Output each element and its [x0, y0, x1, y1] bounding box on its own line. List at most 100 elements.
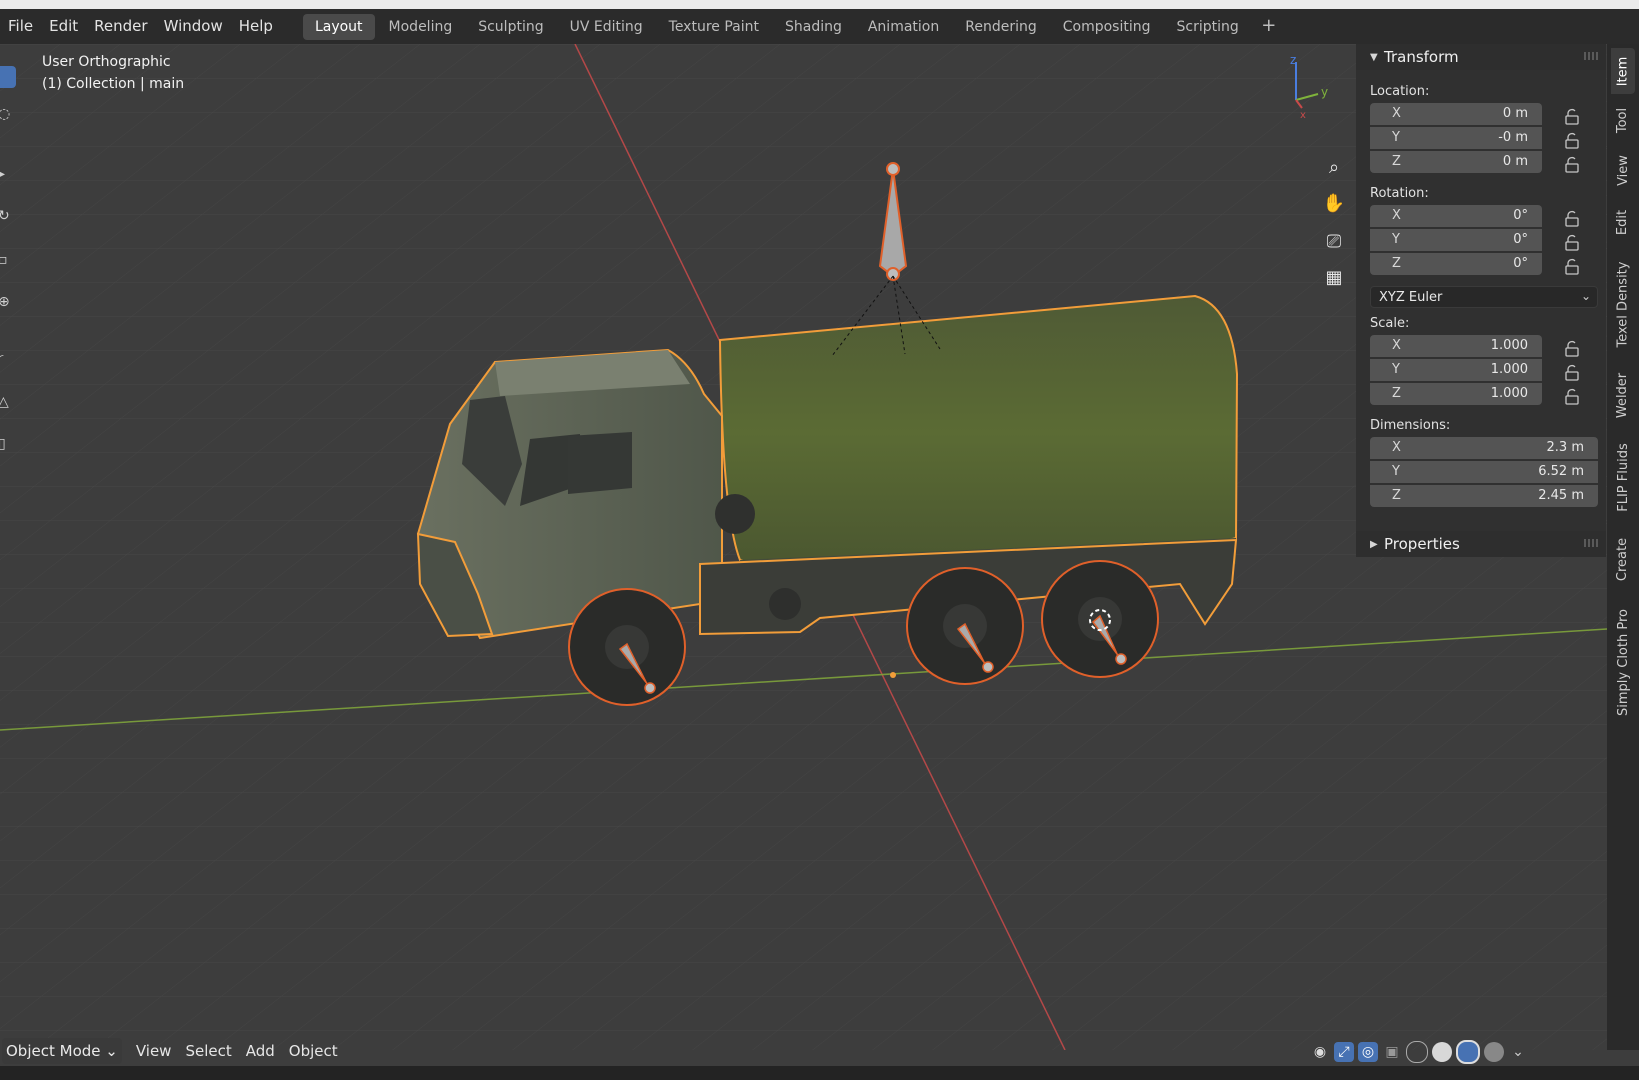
field-value: 2.3 m — [1546, 440, 1584, 455]
lock-icon[interactable] — [1565, 340, 1579, 357]
truck-door-window — [568, 432, 632, 494]
dimensions-y-field[interactable]: Y 6.52 m — [1370, 461, 1598, 483]
lock-icon[interactable] — [1565, 234, 1579, 251]
axis-label: Z — [1392, 488, 1401, 503]
tab-rendering[interactable]: Rendering — [953, 14, 1049, 40]
field-value: 6.52 m — [1538, 464, 1584, 479]
camera-view-icon[interactable]: ⎚ — [1319, 226, 1349, 256]
rotation-z-field[interactable]: Z 0° — [1370, 253, 1542, 275]
wheel-front[interactable] — [568, 588, 686, 706]
sidebar-tabs: Item Tool View Edit Texel Density Welder… — [1607, 44, 1639, 1050]
lock-icon[interactable] — [1565, 108, 1579, 125]
select-box-tool[interactable] — [0, 66, 16, 88]
side-tab-simply-cloth-pro[interactable]: Simply Cloth Pro — [1611, 600, 1635, 724]
scale-y-field[interactable]: Y 1.000 — [1370, 359, 1542, 381]
gizmo-toggle-icon[interactable]: ⤢ — [1334, 1042, 1354, 1062]
side-tab-tool[interactable]: Tool — [1611, 100, 1635, 140]
view-name: User Orthographic — [42, 54, 171, 70]
tab-texture-paint[interactable]: Texture Paint — [657, 14, 771, 40]
side-tab-edit[interactable]: Edit — [1611, 202, 1635, 242]
material-shading-icon[interactable] — [1456, 1040, 1480, 1064]
location-z-field[interactable]: Z 0 m — [1370, 151, 1542, 173]
scale-z-field[interactable]: Z 1.000 — [1370, 383, 1542, 405]
tab-shading[interactable]: Shading — [773, 14, 854, 40]
viewport-header-bottom: Object Mode ⌄ View Select Add Object ◉ ⤢… — [0, 1036, 1607, 1066]
location-x-field[interactable]: X 0 m — [1370, 103, 1542, 125]
menu-object[interactable]: Object — [289, 1042, 338, 1060]
workspace-tabs: Layout Modeling Sculpting UV Editing Tex… — [302, 9, 1281, 44]
rotation-y-field[interactable]: Y 0° — [1370, 229, 1542, 251]
menu-help[interactable]: Help — [231, 9, 281, 44]
tab-layout[interactable]: Layout — [302, 13, 375, 40]
tab-animation[interactable]: Animation — [856, 14, 951, 40]
wheel-middle[interactable] — [906, 567, 1024, 685]
shading-options-chevron-icon[interactable]: ⌄ — [1508, 1042, 1528, 1062]
menu-render[interactable]: Render — [86, 9, 155, 44]
lock-icon[interactable] — [1565, 132, 1579, 149]
location-y-field[interactable]: Y -0 m — [1370, 127, 1542, 149]
field-value: 1.000 — [1490, 338, 1528, 353]
lock-icon[interactable] — [1565, 388, 1579, 405]
visibility-eye-icon[interactable]: ◉ — [1310, 1042, 1330, 1062]
side-tab-item[interactable]: Item — [1611, 48, 1635, 94]
lock-icon[interactable] — [1565, 364, 1579, 381]
field-value: 1.000 — [1490, 386, 1528, 401]
transform-panel-header[interactable]: ▼ Transform — [1356, 44, 1606, 70]
zoom-icon[interactable]: ⌕ — [1319, 152, 1349, 182]
menu-select[interactable]: Select — [185, 1042, 231, 1060]
tab-scripting[interactable]: Scripting — [1165, 14, 1251, 40]
rotation-mode-select[interactable]: XYZ Euler ⌄ — [1370, 286, 1598, 308]
field-value: 0° — [1513, 232, 1528, 247]
cursor-tool-icon[interactable]: ◌ — [0, 106, 10, 122]
tab-modeling[interactable]: Modeling — [377, 14, 465, 40]
transform-title: Transform — [1384, 48, 1459, 66]
side-tab-texel-density[interactable]: Texel Density — [1611, 254, 1635, 354]
axis-label: X — [1392, 338, 1401, 353]
lock-icon[interactable] — [1565, 156, 1579, 173]
tab-uv-editing[interactable]: UV Editing — [558, 14, 655, 40]
overlays-toggle-icon[interactable]: ◎ — [1358, 1042, 1378, 1062]
solid-shading-icon[interactable] — [1432, 1042, 1452, 1062]
transform-tool-icon[interactable]: ⊕ — [0, 294, 10, 310]
wireframe-shading-icon[interactable] — [1406, 1041, 1428, 1063]
side-tab-view[interactable]: View — [1611, 148, 1635, 192]
side-tab-label: Welder — [1615, 372, 1631, 418]
dimensions-z-field[interactable]: Z 2.45 m — [1370, 485, 1598, 507]
side-tab-flip-fluids[interactable]: FLIP Fluids — [1611, 436, 1635, 518]
rotate-tool-icon[interactable]: ↻ — [0, 208, 10, 224]
scale-x-field[interactable]: X 1.000 — [1370, 335, 1542, 357]
collection-info: (1) Collection | main — [42, 76, 185, 92]
panel-grip-icon[interactable] — [1584, 539, 1598, 547]
side-tab-create[interactable]: Create — [1611, 530, 1635, 588]
lock-icon[interactable] — [1565, 210, 1579, 227]
rotation-x-field[interactable]: X 0° — [1370, 205, 1542, 227]
scale-tool-icon[interactable]: ▫ — [0, 252, 8, 268]
object-mode-select[interactable]: Object Mode ⌄ — [2, 1038, 122, 1064]
add-workspace-button[interactable]: + — [1257, 15, 1281, 39]
menu-view[interactable]: View — [136, 1042, 172, 1060]
menu-edit[interactable]: Edit — [41, 9, 86, 44]
n-panel: ▼ Transform Location: X 0 m Y -0 m Z 0 m Ro… — [1356, 44, 1606, 557]
menu-file[interactable]: File — [0, 9, 41, 44]
tab-sculpting[interactable]: Sculpting — [466, 14, 555, 40]
wheel-front-bone-tip — [644, 682, 656, 694]
properties-panel-header[interactable]: ▶ Properties — [1356, 531, 1606, 557]
tab-compositing[interactable]: Compositing — [1051, 14, 1163, 40]
grid-toggle-icon[interactable]: ▦ — [1319, 262, 1349, 292]
annotate-tool-icon[interactable]: ◜ — [0, 352, 3, 368]
rendered-shading-icon[interactable] — [1484, 1042, 1504, 1062]
hand-pan-icon[interactable]: ✋ — [1319, 188, 1349, 218]
add-cube-tool-icon[interactable]: ▯ — [0, 436, 6, 452]
xray-toggle-icon[interactable]: ▣ — [1382, 1042, 1402, 1062]
wheel-rear[interactable] — [1041, 560, 1159, 678]
move-tool-icon[interactable]: ▸ — [0, 166, 5, 182]
side-tab-welder[interactable]: Welder — [1611, 366, 1635, 424]
dimensions-x-field[interactable]: X 2.3 m — [1370, 437, 1598, 459]
field-value: 0 m — [1502, 106, 1528, 121]
side-tab-label: FLIP Fluids — [1615, 442, 1631, 512]
lock-icon[interactable] — [1565, 258, 1579, 275]
measure-tool-icon[interactable]: △ — [0, 394, 9, 410]
panel-grip-icon[interactable] — [1584, 52, 1598, 60]
menu-window[interactable]: Window — [156, 9, 231, 44]
menu-add[interactable]: Add — [246, 1042, 275, 1060]
